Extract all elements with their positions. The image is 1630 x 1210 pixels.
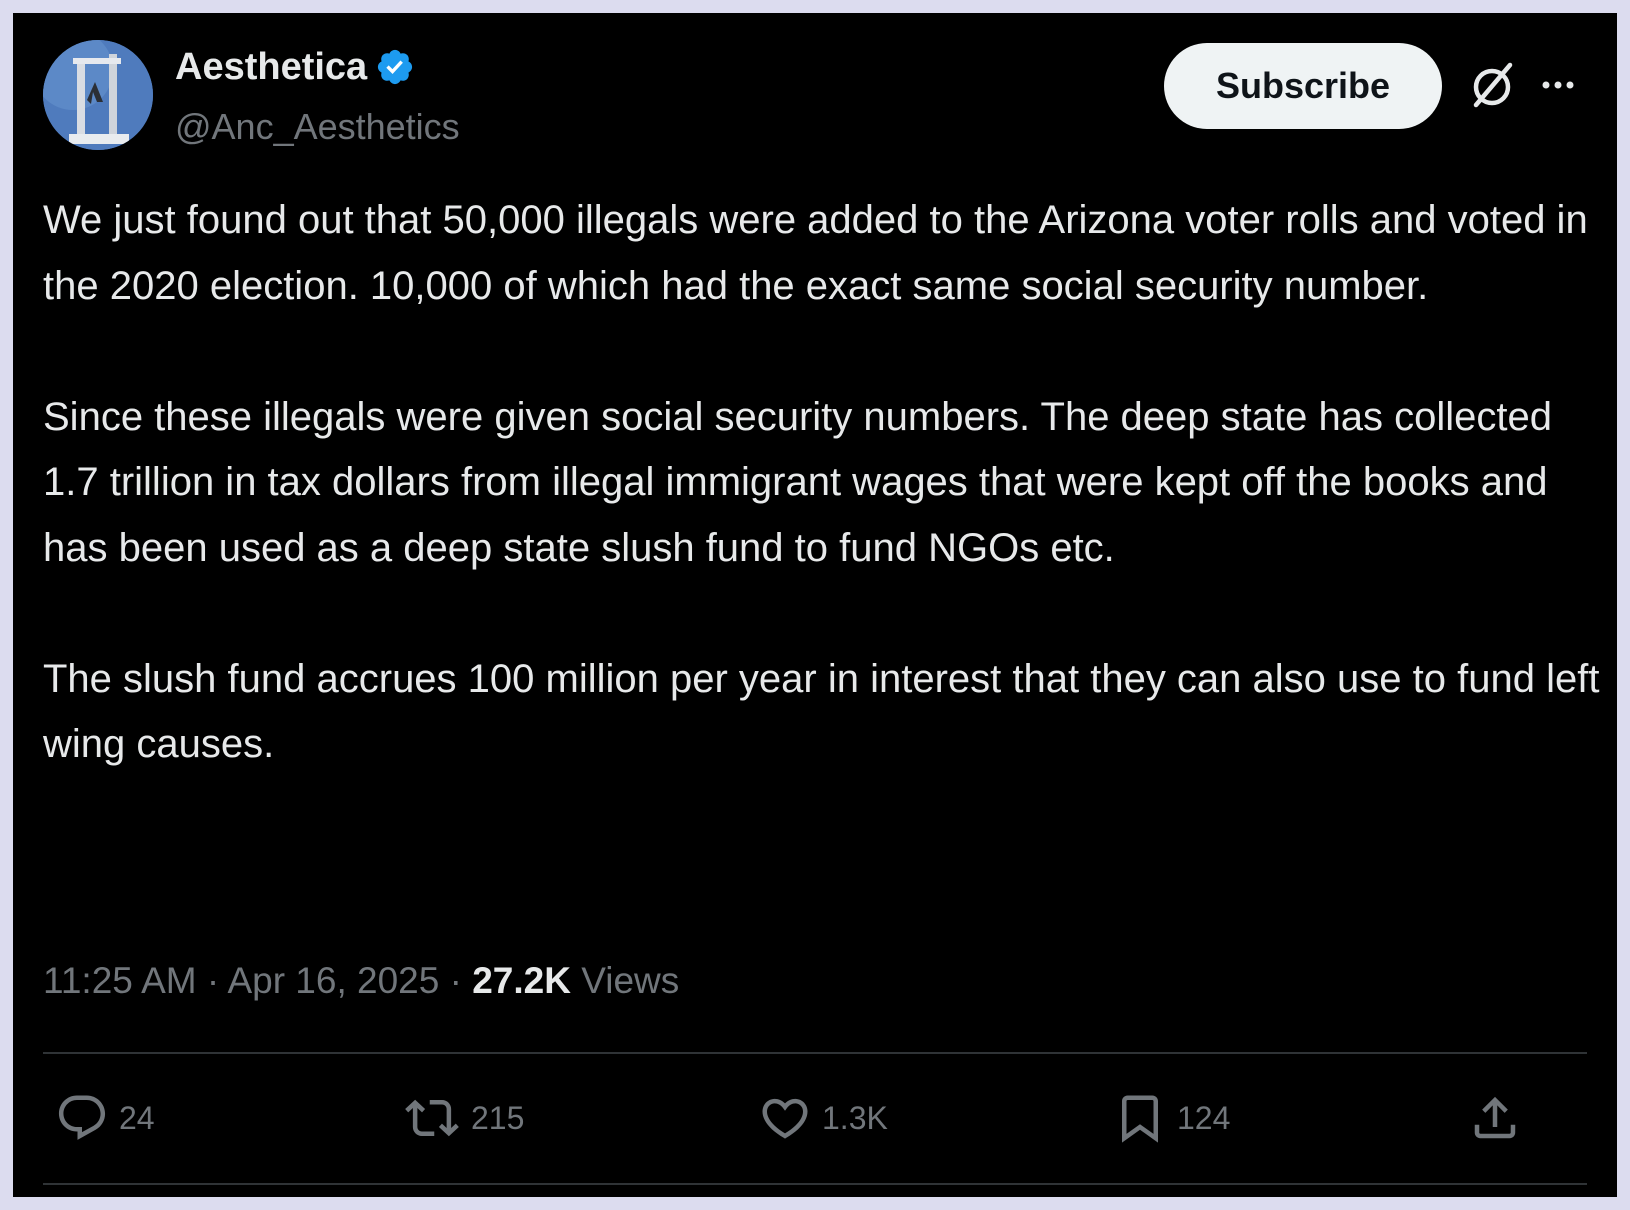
tweet-card: Aesthetica @Anc_Aesthetics Subscribe We … <box>13 13 1617 1197</box>
repost-button[interactable]: 215 <box>403 1090 524 1146</box>
views-label: Views <box>581 960 680 1001</box>
post-paragraph: We just found out that 50,000 illegals w… <box>43 198 1588 308</box>
like-button[interactable]: 1.3K <box>758 1090 888 1146</box>
post-time[interactable]: 11:25 AM <box>43 960 197 1001</box>
more-icon[interactable] <box>1533 65 1583 105</box>
post-paragraph: Since these illegals were given social s… <box>43 394 1552 570</box>
bookmark-icon <box>1122 1095 1158 1143</box>
meta-separator: · <box>206 960 220 1001</box>
meta-separator: · <box>449 960 462 1001</box>
reply-icon <box>58 1095 106 1140</box>
display-name[interactable]: Aesthetica <box>175 45 367 89</box>
author-name-row: Aesthetica <box>175 45 415 89</box>
post-paragraph: The slush fund accrues 100 million per y… <box>43 656 1600 767</box>
bookmark-count: 124 <box>1177 1099 1231 1136</box>
repost-count: 215 <box>471 1099 525 1136</box>
avatar[interactable] <box>43 40 153 150</box>
divider <box>43 1052 1587 1054</box>
heart-icon <box>762 1098 808 1139</box>
like-count: 1.3K <box>822 1099 888 1136</box>
author-handle[interactable]: @Anc_Aesthetics <box>175 105 460 149</box>
post-body: We just found out that 50,000 illegals w… <box>43 188 1603 778</box>
reply-count: 24 <box>119 1099 155 1136</box>
views-count: 27.2K <box>472 960 571 1001</box>
verified-badge-icon <box>378 49 413 85</box>
divider <box>43 1183 1587 1185</box>
post-date[interactable]: Apr 16, 2025 <box>227 960 439 1001</box>
post-meta: 11:25 AM · Apr 16, 2025 · 27.2K Views <box>43 958 679 1004</box>
grok-icon[interactable] <box>1466 59 1518 111</box>
bookmark-button[interactable]: 124 <box>1113 1090 1230 1146</box>
reply-button[interactable]: 24 <box>55 1090 155 1146</box>
subscribe-button[interactable]: Subscribe <box>1164 43 1442 129</box>
share-button[interactable] <box>1468 1090 1522 1146</box>
repost-icon <box>405 1099 459 1137</box>
share-icon <box>1474 1096 1516 1139</box>
